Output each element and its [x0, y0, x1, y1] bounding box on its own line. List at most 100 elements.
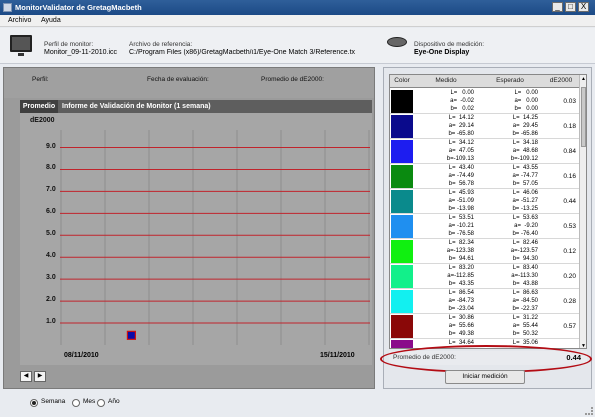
- radio-ano-label[interactable]: Año: [108, 398, 120, 405]
- table-row[interactable]: L= 0.00 a= -0.02 b= 0.02 L= 0.00 a= 0.00 …: [390, 89, 580, 114]
- expected-lab: L= 43.55 a= -74.77 b= 57.05: [512, 165, 538, 187]
- scroll-up-icon[interactable]: ▲: [581, 76, 586, 82]
- table-row[interactable]: L= 30.86 a= 55.66 b= 49.38 L= 31.22 a= 55…: [390, 314, 580, 339]
- menu-bar: Archivo Ayuda: [0, 15, 595, 27]
- monitor-profile-value: Monitor_09-11-2010.icc: [44, 49, 118, 56]
- data-point[interactable]: [126, 330, 137, 340]
- de2000-value: 0.16: [563, 173, 576, 180]
- measured-lab: L= 30.86 a= 55.66 b= 49.38: [448, 315, 474, 337]
- expected-lab: L= 14.25 a= 29.45 b= -65.86: [512, 115, 538, 137]
- fecha-label: Fecha de evaluación:: [147, 76, 209, 83]
- y-tick-label: 5.0: [46, 230, 56, 238]
- table-row[interactable]: L= 82.34 a=-123.38 b= 94.61 L= 82.46 a=-1…: [390, 239, 580, 264]
- close-button[interactable]: X: [578, 2, 589, 12]
- resize-grip[interactable]: [585, 407, 593, 415]
- header-de2000: dE2000: [549, 77, 573, 84]
- scroll-thumb[interactable]: [581, 87, 586, 147]
- expected-lab: L= 53.63 a= -9.20 b= -76.40: [512, 215, 538, 237]
- evaluation-info: Perfil: Fecha de evaluación: Promedio de…: [4, 68, 374, 98]
- header-color: Color: [394, 77, 410, 84]
- table-row[interactable]: L= 43.40 a= -74.49 b= 56.78 L= 43.55 a= -…: [390, 164, 580, 189]
- colorimeter-icon: [387, 37, 407, 47]
- table-row[interactable]: L= 53.51 a= -10.21 b= -76.58 L= 53.63 a= …: [390, 214, 580, 239]
- expected-lab: L= 34.18 a= 48.68 b=-109.12: [510, 140, 538, 162]
- measured-lab: L= 45.93 a= -51.09 b= -13.98: [448, 190, 474, 212]
- radio-mes[interactable]: [72, 399, 80, 407]
- de2000-value: 0.44: [563, 198, 576, 205]
- header-esperado: Esperado: [496, 77, 524, 84]
- table-row[interactable]: L= 45.93 a= -51.09 b= -13.98 L= 46.06 a= …: [390, 189, 580, 214]
- chart-plot: [60, 130, 370, 345]
- measured-lab: L= 43.40 a= -74.49 b= 56.78: [448, 165, 474, 187]
- radio-mes-label[interactable]: Mes: [83, 398, 95, 405]
- table-header: Color Medido Esperado dE2000: [390, 75, 580, 88]
- y-tick-label: 9.0: [46, 142, 56, 150]
- color-swatch: [391, 90, 413, 113]
- measured-lab: L= 53.51 a= -10.21 b= -76.58: [448, 215, 474, 237]
- results-table[interactable]: Color Medido Esperado dE2000 L= 0.00 a= …: [389, 74, 587, 349]
- y-axis-label: dE2000: [30, 117, 55, 124]
- title-bar: MonitorValidator de GretagMacbeth _ □ X: [0, 0, 595, 15]
- table-scrollbar[interactable]: ▲ ▼: [579, 75, 586, 348]
- expected-lab: L= 82.46 a=-123.57 b= 94.30: [510, 240, 538, 262]
- x-start-label: 08/11/2010: [64, 352, 99, 359]
- de2000-value: 0.57: [563, 323, 576, 330]
- next-week-button[interactable]: ▶: [34, 371, 46, 382]
- measured-lab: L= 86.54 a= -84.73 b= -23.04: [448, 290, 474, 312]
- app-icon: [3, 3, 12, 12]
- perfil-label: Perfil:: [32, 76, 49, 83]
- reference-file-label: Archivo de referencia:: [129, 41, 193, 48]
- measured-lab: L= 0.00 a= -0.02 b= 0.02: [450, 90, 474, 112]
- y-tick-label: 6.0: [46, 208, 56, 216]
- expected-lab: L= 0.00 a= 0.00 b= 0.00: [514, 90, 538, 112]
- color-swatch: [391, 240, 413, 263]
- de2000-value: 0.12: [563, 248, 576, 255]
- de2000-value: 0.53: [563, 223, 576, 230]
- de2000-value: 0.03: [563, 98, 576, 105]
- header-medido: Medido: [435, 77, 457, 84]
- table-row[interactable]: L= 34.12 a= 47.05 b=-109.13 L= 34.18 a= 4…: [390, 139, 580, 164]
- minimize-button[interactable]: _: [552, 2, 563, 12]
- color-swatch: [391, 140, 413, 163]
- expected-lab: L= 46.06 a= -51.27 b= -13.25: [512, 190, 538, 212]
- scroll-down-icon[interactable]: ▼: [581, 343, 586, 348]
- table-row[interactable]: L= 83.20 a=-112.85 b= 43.35 L= 83.40 a=-1…: [390, 264, 580, 289]
- y-tick-label: 4.0: [46, 252, 56, 260]
- color-swatch: [391, 165, 413, 188]
- monitor-profile-label: Perfil de monitor:: [44, 41, 94, 48]
- table-row[interactable]: L= 14.12 a= 29.14 b= -65.80 L= 14.25 a= 2…: [390, 114, 580, 139]
- expected-lab: L= 83.40 a=-113.30 b= 43.88: [511, 265, 538, 287]
- de2000-value: 0.20: [563, 273, 576, 280]
- table-row[interactable]: L= 86.54 a= -84.73 b= -23.04 L= 86.63 a= …: [390, 289, 580, 314]
- reference-file-value: C:/Program Files (x86)/GretagMacbeth/i1/…: [129, 49, 356, 56]
- de2000-value: 0.84: [563, 148, 576, 155]
- menu-archivo[interactable]: Archivo: [8, 17, 31, 24]
- start-measurement-button[interactable]: Iniciar medición: [445, 370, 525, 384]
- radio-ano[interactable]: [97, 399, 105, 407]
- radio-semana-label[interactable]: Semana: [41, 398, 65, 405]
- expected-lab: L= 31.22 a= 55.44 b= 50.32: [512, 315, 538, 337]
- color-swatch: [391, 265, 413, 288]
- menu-ayuda[interactable]: Ayuda: [41, 17, 61, 24]
- measured-lab: L= 83.20 a=-112.85 b= 43.35: [447, 265, 474, 287]
- tab-promedio[interactable]: Promedio: [20, 100, 58, 113]
- expected-lab: L= 86.63 a= -84.50 b= -22.37: [512, 290, 538, 312]
- results-panel: Color Medido Esperado dE2000 L= 0.00 a= …: [380, 67, 592, 389]
- y-tick-label: 1.0: [46, 318, 56, 326]
- color-swatch: [391, 315, 413, 338]
- de2000-value: 0.18: [563, 123, 576, 130]
- color-swatch: [391, 215, 413, 238]
- device-value: Eye-One Display: [414, 49, 470, 56]
- maximize-button[interactable]: □: [565, 2, 576, 12]
- previous-week-button[interactable]: ◀: [20, 371, 32, 382]
- radio-semana[interactable]: [30, 399, 38, 407]
- chart-title: Informe de Validación de Monitor (1 sema…: [62, 103, 211, 110]
- highlight-ellipse: [380, 345, 592, 373]
- promedio-label: Promedio de dE2000:: [261, 76, 324, 83]
- monitor-icon: [10, 35, 32, 56]
- de2000-value: 0.28: [563, 298, 576, 305]
- device-label: Dispositivo de medición:: [414, 41, 485, 48]
- color-swatch: [391, 190, 413, 213]
- chart-header: Promedio Informe de Validación de Monito…: [20, 100, 372, 113]
- color-swatch: [391, 115, 413, 138]
